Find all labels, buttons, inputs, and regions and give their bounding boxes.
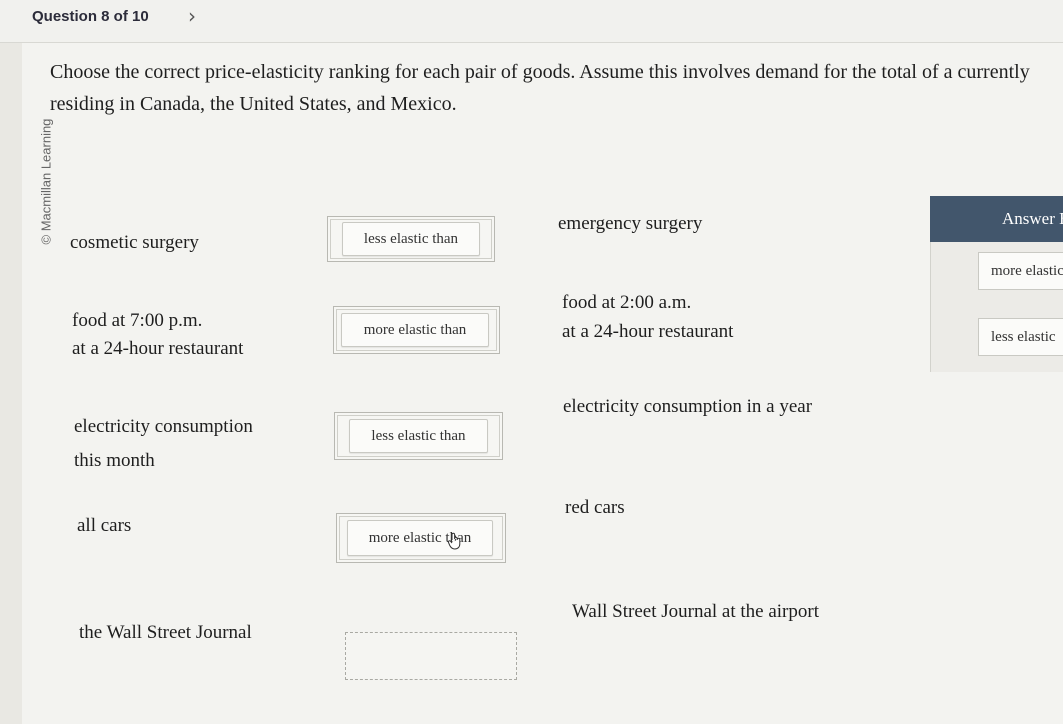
pair2-answer-chip[interactable]: more elastic than <box>341 313 489 347</box>
pair3-answer-chip[interactable]: less elastic than <box>349 419 488 453</box>
answer-option-more-elastic[interactable]: more elastic <box>978 252 1063 290</box>
pair2-right-line2: at a 24-hour restaurant <box>562 321 734 342</box>
pair4-right-item: red cars <box>565 497 625 518</box>
top-bar: Question 8 of 10 › <box>0 0 1063 43</box>
pair5-answer-slot[interactable] <box>345 632 517 680</box>
pair3-left-line1: electricity consumption <box>74 416 253 437</box>
question-counter: Question 8 of 10 <box>32 8 149 25</box>
pair2-left-line2: at a 24-hour restaurant <box>72 338 244 359</box>
pair1-right-item: emergency surgery <box>558 213 703 234</box>
pair5-right-item: Wall Street Journal at the airport <box>572 601 819 622</box>
pair3-right-item: electricity consumption in a year <box>563 396 813 417</box>
pair1-left-item: cosmetic surgery <box>70 232 199 253</box>
answer-bank-title: Answer B <box>930 196 1063 242</box>
pair5-left-item: the Wall Street Journal <box>79 622 252 643</box>
pair4-answer-chip[interactable]: more elastic than <box>347 520 493 556</box>
chevron-right-icon[interactable]: › <box>188 4 196 28</box>
hand-cursor-icon <box>447 532 461 550</box>
answer-option-less-elastic[interactable]: less elastic <box>978 318 1063 356</box>
question-prompt: Choose the correct price-elasticity rank… <box>50 61 1030 115</box>
pair3-left-line2: this month <box>74 450 155 471</box>
pair1-answer-chip[interactable]: less elastic than <box>342 222 480 256</box>
pair4-left-item: all cars <box>77 515 132 536</box>
